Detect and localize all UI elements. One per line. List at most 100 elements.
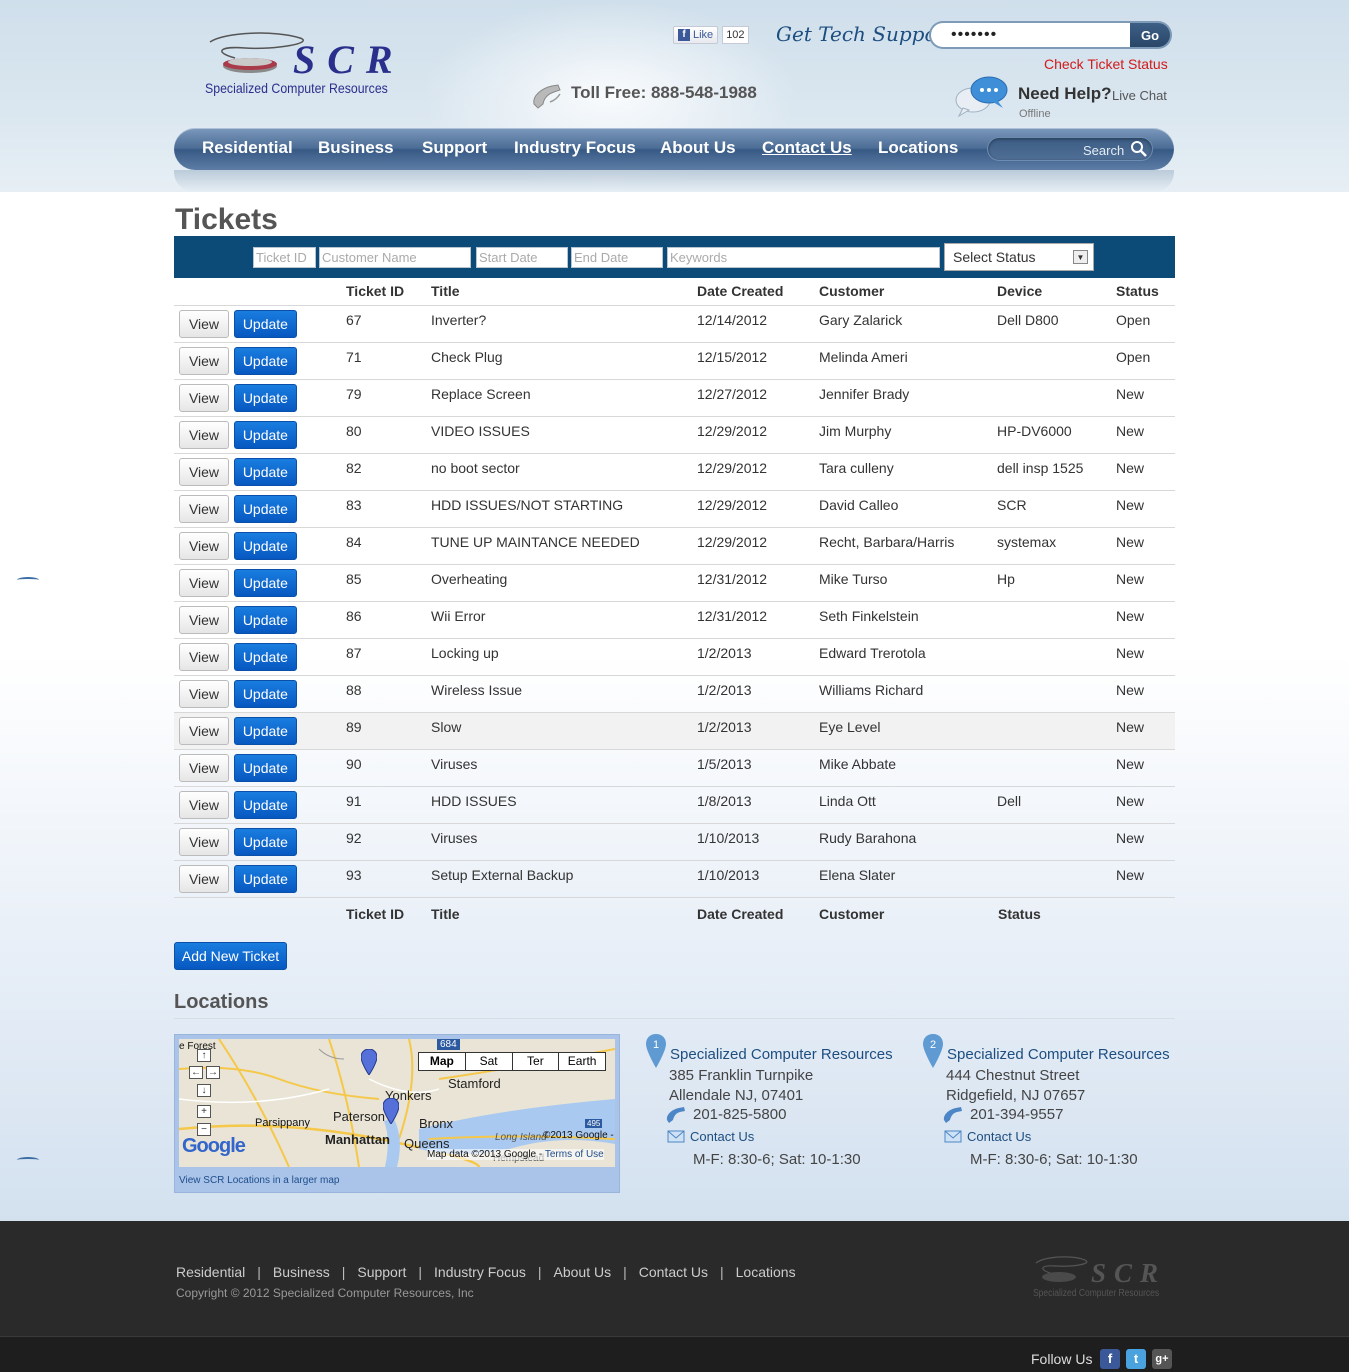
larger-map-link[interactable]: View SCR Locations in a larger map — [179, 1175, 339, 1186]
date-created-cell: 1/2/2013 — [697, 675, 819, 713]
map-type-ter[interactable]: Ter — [511, 1053, 559, 1070]
view-button[interactable]: View — [179, 383, 229, 412]
update-button[interactable]: Update — [233, 309, 297, 338]
location-contact-link[interactable]: Contact Us — [967, 1129, 1031, 1144]
row-actions: View Update — [174, 527, 346, 565]
device-cell — [997, 342, 1116, 380]
site-logo[interactable]: SCR Specialized Computer Resources — [205, 30, 405, 102]
view-button[interactable]: View — [179, 716, 229, 745]
nav-item-business[interactable]: Business — [318, 138, 394, 158]
view-button[interactable]: View — [179, 790, 229, 819]
footer-link-business[interactable]: Business — [273, 1264, 330, 1280]
location-name[interactable]: Specialized Computer Resources — [947, 1046, 1170, 1063]
update-button[interactable]: Update — [233, 420, 297, 449]
facebook-like-widget[interactable]: f Like 102 — [673, 26, 749, 44]
view-button[interactable]: View — [179, 568, 229, 597]
update-button[interactable]: Update — [233, 568, 297, 597]
update-button[interactable]: Update — [233, 346, 297, 375]
status-select[interactable]: Select Status ▼ — [944, 243, 1094, 271]
pan-left-icon[interactable]: ← — [189, 1066, 203, 1079]
update-button[interactable]: Update — [233, 642, 297, 671]
nav-search-placeholder: Search — [1083, 143, 1125, 158]
keywords-filter[interactable]: Keywords — [667, 247, 940, 268]
location-name[interactable]: Specialized Computer Resources — [670, 1046, 893, 1063]
facebook-icon: f — [678, 29, 690, 41]
add-new-ticket-button[interactable]: Add New Ticket — [174, 942, 287, 970]
facebook-like-button[interactable]: f Like — [673, 26, 719, 44]
need-help-label: Need Help? — [1018, 84, 1112, 103]
map-type-map[interactable]: Map — [419, 1053, 465, 1070]
view-button[interactable]: View — [179, 642, 229, 671]
map-marker-2-icon[interactable] — [383, 1098, 399, 1124]
view-button[interactable]: View — [179, 753, 229, 782]
ticket-id-cell: 83 — [346, 490, 431, 528]
view-button[interactable]: View — [179, 346, 229, 375]
map-terms-link[interactable]: Terms of Use — [545, 1149, 604, 1160]
update-button[interactable]: Update — [233, 531, 297, 560]
nav-item-support[interactable]: Support — [422, 138, 487, 158]
footer-link-industry-focus[interactable]: Industry Focus — [434, 1264, 526, 1280]
map-type-earth[interactable]: Earth — [558, 1053, 605, 1070]
chevron-down-icon[interactable]: ▼ — [1073, 250, 1088, 264]
update-button[interactable]: Update — [233, 457, 297, 486]
nav-item-locations[interactable]: Locations — [878, 138, 958, 158]
google-plus-icon[interactable]: g+ — [1152, 1349, 1172, 1369]
map-data-credit: Map data ©2013 Google - Terms of Use — [427, 1149, 604, 1160]
date-created-cell: 1/8/2013 — [697, 786, 819, 824]
nav-item-residential[interactable]: Residential — [202, 138, 293, 158]
view-button[interactable]: View — [179, 494, 229, 523]
footer-link-locations[interactable]: Locations — [736, 1264, 796, 1280]
end-date-filter[interactable]: End Date — [571, 247, 663, 268]
title-cell: Viruses — [431, 749, 697, 787]
map-marker-1-icon[interactable] — [361, 1049, 377, 1075]
view-button[interactable]: View — [179, 309, 229, 338]
zoom-in-icon[interactable]: + — [197, 1105, 211, 1118]
footer-link-contact-us[interactable]: Contact Us — [639, 1264, 708, 1280]
update-button[interactable]: Update — [233, 790, 297, 819]
update-button[interactable]: Update — [233, 605, 297, 634]
update-button[interactable]: Update — [233, 753, 297, 782]
location-contact-link[interactable]: Contact Us — [690, 1129, 754, 1144]
table-row: View Update 83 HDD ISSUES/NOT STARTING 12/2… — [174, 490, 1175, 528]
nav-item-contact-us[interactable]: Contact Us — [762, 138, 852, 158]
update-button[interactable]: Update — [233, 864, 297, 893]
pan-right-icon[interactable]: → — [206, 1066, 220, 1079]
view-button[interactable]: View — [179, 457, 229, 486]
map-type-sat[interactable]: Sat — [464, 1053, 512, 1070]
pan-up-icon[interactable]: ↑ — [197, 1049, 211, 1062]
nav-item-industry-focus[interactable]: Industry Focus — [514, 138, 636, 158]
tech-support-input[interactable]: ••••••• — [929, 21, 1133, 49]
update-button[interactable]: Update — [233, 494, 297, 523]
search-icon[interactable] — [1130, 140, 1148, 158]
update-button[interactable]: Update — [233, 716, 297, 745]
footer-copyright: Copyright © 2012 Specialized Computer Re… — [176, 1286, 474, 1300]
nav-item-about-us[interactable]: About Us — [660, 138, 736, 158]
pan-down-icon[interactable]: ↓ — [197, 1084, 211, 1097]
footer-link-residential[interactable]: Residential — [176, 1264, 245, 1280]
map-canvas[interactable]: Map Sat Ter Earth 684 495 e Forest Stamf… — [179, 1039, 615, 1167]
chat-bubble-icon[interactable] — [953, 74, 1011, 118]
footer-link-about-us[interactable]: About Us — [554, 1264, 612, 1280]
view-button[interactable]: View — [179, 420, 229, 449]
date-created-cell: 12/27/2012 — [697, 379, 819, 417]
live-chat-link[interactable]: Live Chat — [1112, 88, 1167, 103]
customer-name-filter[interactable]: Customer Name — [319, 247, 471, 268]
twitter-icon[interactable]: t — [1126, 1349, 1146, 1369]
start-date-filter[interactable]: Start Date — [476, 247, 568, 268]
update-button[interactable]: Update — [233, 827, 297, 856]
nav-search-input[interactable]: Search — [987, 137, 1153, 161]
locations-map[interactable]: Map Sat Ter Earth 684 495 e Forest Stamf… — [174, 1034, 620, 1193]
facebook-icon[interactable]: f — [1100, 1349, 1120, 1369]
update-button[interactable]: Update — [233, 383, 297, 412]
view-button[interactable]: View — [179, 605, 229, 634]
check-ticket-status-link[interactable]: Check Ticket Status — [1044, 56, 1168, 72]
footer-link-support[interactable]: Support — [357, 1264, 406, 1280]
view-button[interactable]: View — [179, 864, 229, 893]
ticket-id-filter[interactable]: Ticket ID — [253, 247, 316, 268]
view-button[interactable]: View — [179, 679, 229, 708]
view-button[interactable]: View — [179, 827, 229, 856]
update-button[interactable]: Update — [233, 679, 297, 708]
go-button[interactable]: Go — [1130, 21, 1172, 49]
device-cell — [997, 379, 1116, 417]
view-button[interactable]: View — [179, 531, 229, 560]
